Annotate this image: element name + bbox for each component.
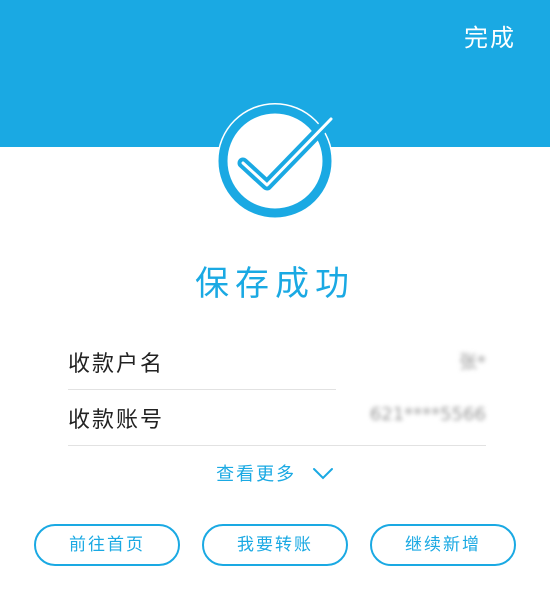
go-home-button[interactable]: 前往首页 [34, 524, 180, 566]
payee-name-label: 收款户名 [68, 352, 165, 377]
continue-add-button[interactable]: 继续新增 [370, 524, 516, 566]
success-title: 保存成功 [195, 264, 355, 304]
view-more-label: 查看更多 [216, 464, 297, 485]
payee-name-value: 张* [459, 352, 486, 373]
transfer-button[interactable]: 我要转账 [202, 524, 348, 566]
divider [68, 445, 486, 446]
payee-account-label: 收款账号 [68, 408, 165, 433]
checkmark-circle-icon [211, 97, 339, 225]
done-button[interactable]: 完成 [464, 18, 516, 53]
chevron-down-icon [312, 465, 334, 486]
payee-name-row: 收款户名 张* [68, 334, 486, 390]
view-more-toggle[interactable]: 查看更多 [0, 460, 550, 486]
payee-account-row: 收款账号 621****5566 [68, 390, 486, 446]
payee-account-value: 621****5566 [369, 404, 486, 425]
